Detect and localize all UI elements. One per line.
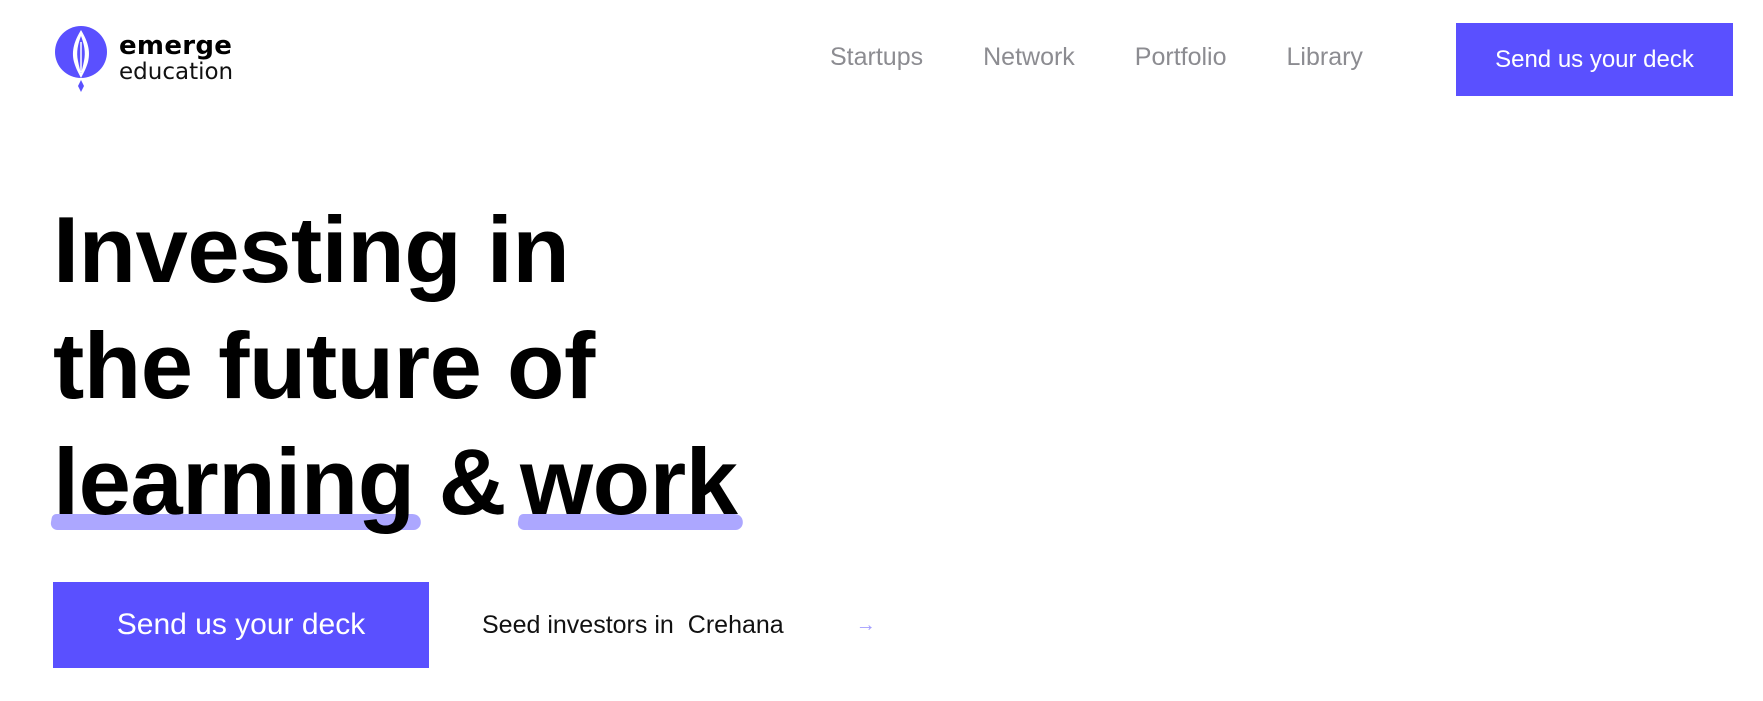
word-learning: learning: [53, 429, 415, 534]
word-work: work: [520, 429, 738, 534]
hero-headline: Investing in the future of learning & work: [49, 192, 745, 540]
headline-line-3: learning & work: [49, 424, 745, 540]
logo-icon: [55, 26, 107, 92]
main-nav: Startups Network Portfolio Library: [830, 42, 1363, 72]
logo-name-line1: emerge: [119, 30, 233, 61]
site-header: emerge education Startups Network Portfo…: [0, 0, 1763, 116]
seed-company-link[interactable]: Crehana: [688, 611, 784, 640]
nav-link-library[interactable]: Library: [1287, 42, 1363, 72]
logo-name-line2: education: [119, 58, 234, 85]
headline-ampersand: &: [438, 429, 507, 534]
nav-link-portfolio[interactable]: Portfolio: [1135, 42, 1227, 72]
seed-investors-ticker: Seed investors in Crehana →: [482, 611, 876, 640]
nav-link-network[interactable]: Network: [983, 42, 1075, 72]
headline-line-1: Investing in: [53, 197, 570, 302]
logo-link[interactable]: emerge education: [53, 22, 233, 94]
headline-line-2: the future of: [53, 313, 595, 418]
arrow-right-icon[interactable]: →: [856, 614, 876, 637]
hero-cta-row: Send us your deck Seed investors in Creh…: [53, 582, 876, 668]
hero-send-deck-button[interactable]: Send us your deck: [53, 582, 429, 668]
header-send-deck-button[interactable]: Send us your deck: [1456, 23, 1733, 96]
hero-section: Investing in the future of learning & work: [49, 192, 745, 540]
seed-prefix: Seed investors in: [482, 610, 674, 639]
logo-wordmark: emerge education: [119, 33, 233, 84]
highlighted-word-learning: learning: [49, 424, 423, 540]
highlighted-word-work: work: [516, 424, 745, 540]
nav-link-startups[interactable]: Startups: [830, 42, 923, 72]
